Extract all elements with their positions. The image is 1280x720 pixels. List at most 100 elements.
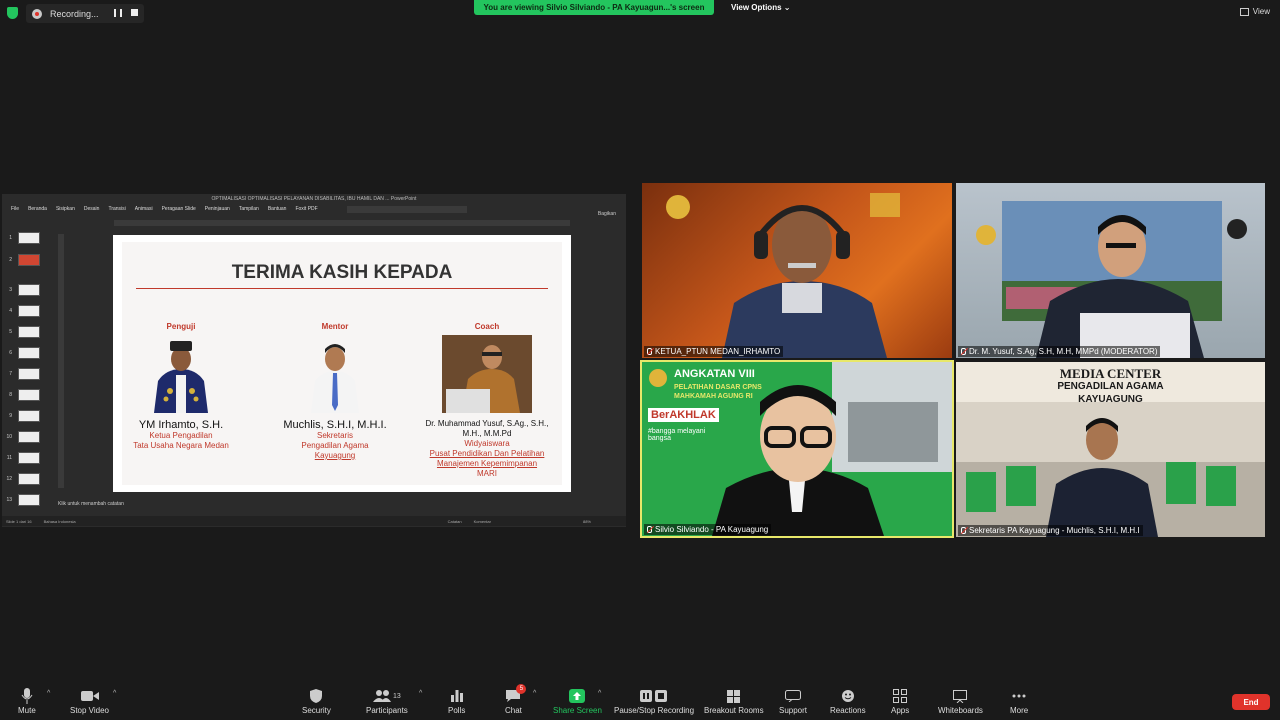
- participants-caret-icon[interactable]: ^: [419, 690, 422, 697]
- support-label: Support: [779, 706, 808, 715]
- apps-label: Apps: [891, 706, 910, 715]
- participants-button[interactable]: 13 Participants: [366, 688, 408, 715]
- person-desc: Tata Usaha Negara Medan: [133, 441, 229, 450]
- tile-banner-mahkamah: MAHKAMAH AGUNG RI: [674, 393, 753, 400]
- ppt-menu-tampilan: Tampilan: [238, 206, 259, 212]
- thumb-number: 3: [9, 287, 12, 293]
- slide-title: TERIMA KASIH KEPADA: [231, 262, 453, 283]
- tile-sign-kayuagung: KAYUAGUNG: [1078, 394, 1143, 405]
- mic-muted-icon: [961, 348, 966, 355]
- person-role: Coach: [474, 322, 500, 331]
- thumb-number: 9: [9, 413, 12, 419]
- tile-sign-media-center: MEDIA CENTER: [1059, 366, 1162, 381]
- slide-title-underline: [136, 288, 548, 289]
- mute-options-caret-icon[interactable]: ^: [47, 690, 50, 697]
- video-tile-silvio-active-speaker[interactable]: ANGKATAN VIII PELATIHAN DASAR CPNS MAHKA…: [640, 360, 954, 538]
- participant-name-label: Sekretaris PA Kayuagung - Muchlis, S.H.I…: [958, 525, 1143, 536]
- person-desc: Widyaiswara: [464, 439, 510, 448]
- mute-button[interactable]: Mute: [18, 688, 36, 715]
- security-button[interactable]: Security: [302, 688, 331, 715]
- chat-caret-icon[interactable]: ^: [533, 690, 536, 697]
- mic-muted-icon: [647, 348, 652, 355]
- view-label: View: [1252, 7, 1270, 16]
- person-role: Mentor: [321, 322, 349, 331]
- chat-badge: 5: [516, 684, 527, 694]
- horizontal-ruler: [114, 220, 570, 226]
- thumb-number: 4: [9, 308, 12, 314]
- person-name: YM Irhamto, S.H.: [138, 419, 224, 431]
- end-meeting-button[interactable]: End: [1232, 694, 1270, 710]
- support-button[interactable]: Support: [779, 688, 807, 715]
- person-desc: Ketua Pengadilan: [149, 431, 213, 440]
- shield-icon[interactable]: [7, 7, 18, 19]
- thumb-image: [18, 232, 40, 244]
- thumb-row: 8: [6, 389, 40, 401]
- penguji-photo: [146, 335, 216, 413]
- thumb-image: [18, 368, 40, 380]
- video-tile-irhamto[interactable]: KETUA_PTUN MEDAN_IRHAMTO: [642, 183, 952, 358]
- video-tile-muchlis[interactable]: MEDIA CENTER PENGADILAN AGAMA KAYUAGUNG …: [956, 362, 1265, 537]
- participants-count: 13: [393, 692, 401, 700]
- video-camera-icon: [80, 688, 99, 704]
- participants-label: Participants: [366, 706, 408, 715]
- viewing-banner: You are viewing Silvio Silviando - PA Ka…: [474, 0, 714, 15]
- pause-stop-icon: [640, 688, 668, 704]
- ppt-menu-sisipkan: Sisipkan: [55, 206, 75, 212]
- participants-icon: 13: [373, 688, 401, 704]
- support-icon: [785, 688, 802, 704]
- stop-recording-icon[interactable]: [131, 9, 138, 16]
- thumb-number: 6: [9, 350, 12, 356]
- ppt-share-button: Bagikan: [597, 211, 616, 217]
- status-slide-count: Slide 1 dari 16: [6, 518, 32, 524]
- microphone-icon: [21, 688, 33, 704]
- person-desc: MARI: [477, 469, 497, 478]
- thumb-number: 11: [6, 455, 12, 461]
- mic-muted-icon: [647, 526, 652, 533]
- ppt-menu-desain: Desain: [83, 206, 100, 212]
- more-dots-icon: [1012, 688, 1026, 704]
- thumb-row: 12: [6, 473, 40, 485]
- view-options-button[interactable]: View Options ⌄: [725, 1, 796, 14]
- person-desc: Manajemen Kepemimpanan: [436, 459, 538, 468]
- apps-button[interactable]: Apps: [891, 688, 909, 715]
- mic-muted-icon: [961, 527, 966, 534]
- mute-label: Mute: [18, 706, 36, 715]
- video-tile-moderator[interactable]: Dr. M. Yusuf, S.Ag, S.H, M.H, MMPd (MODE…: [956, 183, 1265, 358]
- reactions-button[interactable]: Reactions: [830, 688, 866, 715]
- stop-video-button[interactable]: Stop Video: [70, 688, 109, 715]
- thumb-row: 7: [6, 368, 40, 380]
- stop-video-label: Stop Video: [70, 706, 109, 715]
- share-caret-icon[interactable]: ^: [598, 690, 601, 697]
- thumb-number: 10: [6, 434, 12, 440]
- polls-button[interactable]: Polls: [448, 688, 465, 715]
- ppt-menu-bantuan: Bantuan: [267, 206, 287, 212]
- ppt-menu-foxit: Foxit PDF: [295, 206, 318, 212]
- thumb-row: 10: [6, 431, 40, 443]
- view-options-label: View Options: [731, 3, 782, 12]
- person-coach: Coach Dr. Muhammad Yusuf, S.Ag., S.H., M…: [420, 322, 554, 479]
- breakout-rooms-button[interactable]: Breakout Rooms: [704, 688, 764, 715]
- thumb-number: 1: [9, 235, 12, 241]
- video-options-caret-icon[interactable]: ^: [113, 690, 116, 697]
- ppt-menu-file: File: [11, 206, 20, 212]
- view-button[interactable]: View: [1239, 7, 1270, 16]
- thumb-row: 13: [6, 494, 40, 506]
- recording-icon: [32, 8, 42, 19]
- person-penguji: Penguji YM Irhamto, S.H. Ketua Pengadila…: [126, 322, 236, 451]
- status-language: Bahasa Indonesia: [43, 518, 76, 524]
- thumb-row: 3: [6, 284, 40, 296]
- current-slide: TERIMA KASIH KEPADA Penguji YM Irhamto, …: [113, 235, 571, 492]
- security-label: Security: [302, 706, 331, 715]
- chat-button[interactable]: 5 Chat: [505, 684, 527, 715]
- apps-icon: [893, 688, 908, 704]
- tile-berakhlak-tag: BerAKHLAK: [648, 408, 719, 422]
- more-button[interactable]: More: [1010, 688, 1028, 715]
- share-screen-button[interactable]: Share Screen: [553, 688, 602, 715]
- whiteboards-button[interactable]: Whiteboards: [938, 688, 983, 715]
- pause-recording-icon[interactable]: [114, 9, 122, 17]
- person-name: Dr. Muhammad Yusuf, S.Ag., S.H., M.H., M…: [425, 419, 549, 438]
- status-comments: Komentar: [473, 518, 491, 524]
- more-label: More: [1010, 706, 1029, 715]
- pause-stop-recording-button[interactable]: Pause/Stop Recording: [614, 688, 694, 715]
- thumb-number: 7: [9, 371, 12, 377]
